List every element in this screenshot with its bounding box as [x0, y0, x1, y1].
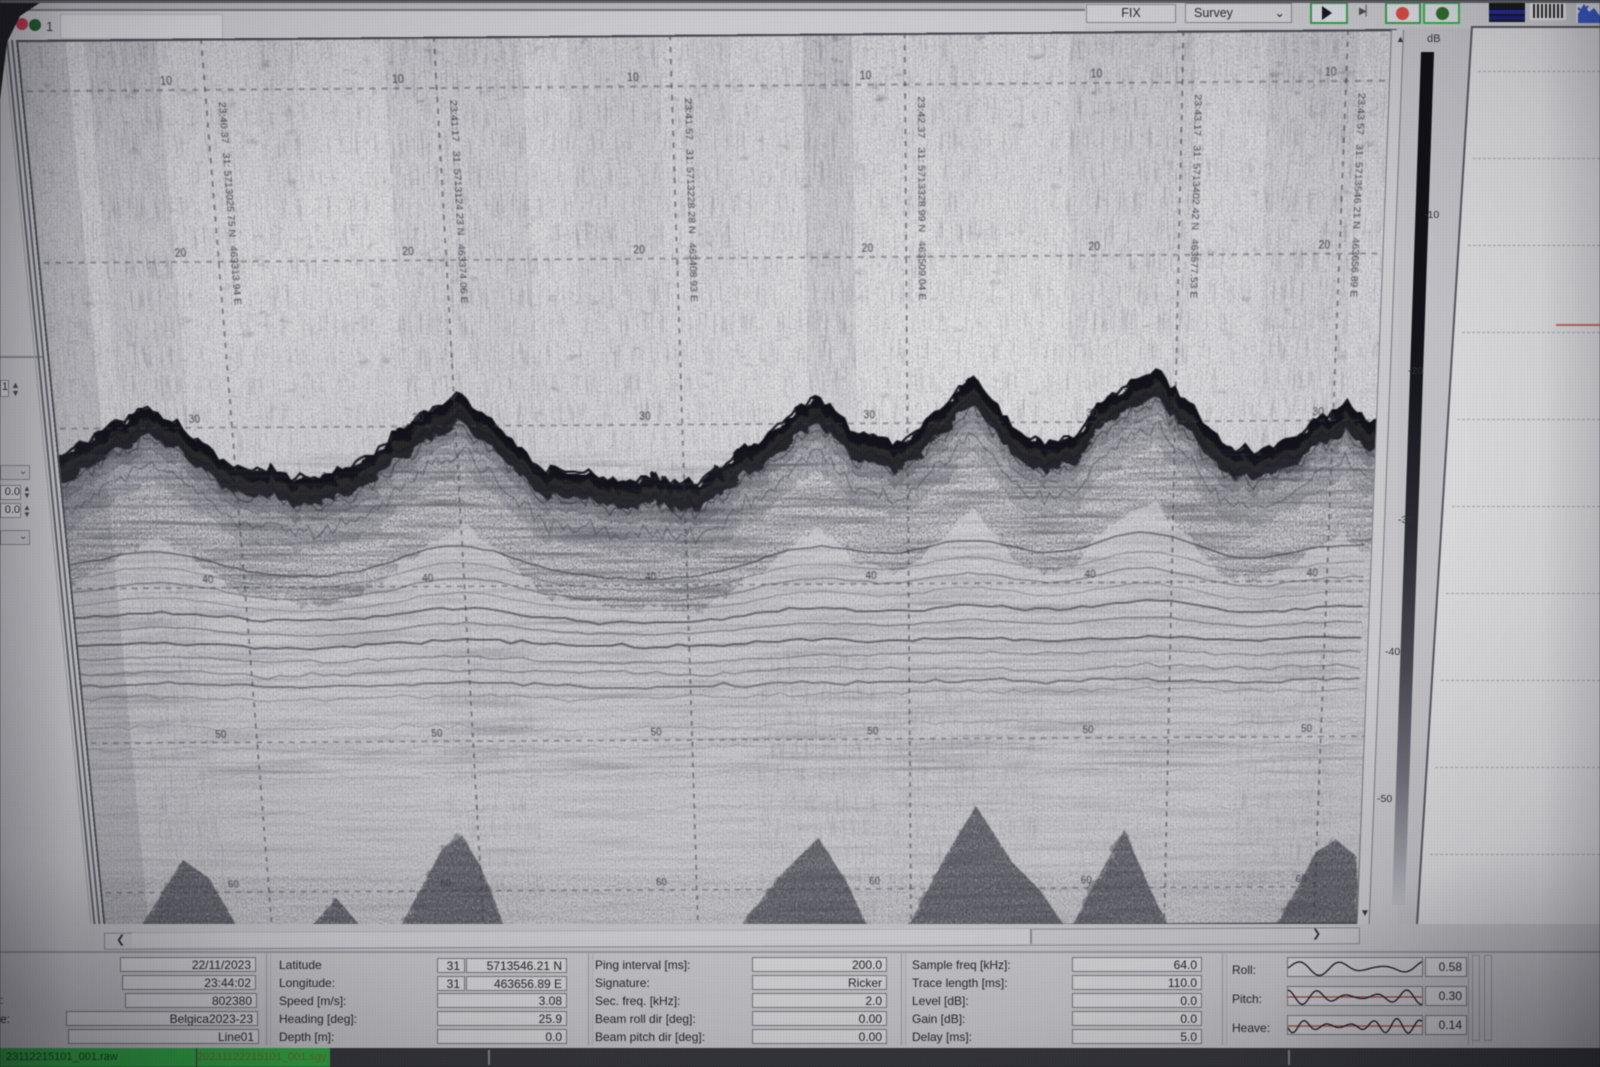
svg-text:30: 30: [412, 413, 424, 425]
svg-text:60: 60: [656, 878, 667, 889]
svg-text:20: 20: [402, 246, 414, 258]
svg-text:60: 60: [228, 880, 239, 891]
svg-text:10: 10: [160, 75, 173, 88]
svg-text:50: 50: [1301, 724, 1312, 735]
svg-text:40: 40: [866, 571, 877, 582]
svg-text:30: 30: [1312, 407, 1324, 419]
svg-text:50: 50: [1083, 725, 1094, 736]
svg-text:30: 30: [864, 410, 875, 422]
svg-text:20: 20: [633, 244, 645, 256]
svg-text:50: 50: [867, 726, 878, 737]
svg-text:30: 30: [1086, 408, 1097, 420]
svg-text:40: 40: [1306, 568, 1317, 579]
svg-text:60: 60: [1081, 875, 1092, 886]
svg-text:40: 40: [202, 575, 214, 586]
svg-text:50: 50: [431, 728, 442, 739]
svg-text:50: 50: [651, 727, 662, 738]
svg-text:10: 10: [1091, 68, 1103, 81]
svg-text:50: 50: [215, 730, 227, 741]
svg-text:10: 10: [392, 74, 404, 87]
svg-text:60: 60: [869, 876, 880, 887]
svg-text:20: 20: [862, 243, 873, 255]
svg-text:40: 40: [1085, 569, 1096, 580]
svg-text:23:42:37 31: 5713328.99 N: 23:42:37 31: 5713328.99 N 463509.04 E: [915, 96, 926, 300]
svg-text:60: 60: [1295, 874, 1306, 885]
svg-text:10: 10: [860, 70, 872, 83]
svg-text:10: 10: [627, 72, 639, 85]
svg-text:30: 30: [188, 414, 200, 426]
svg-text:60: 60: [440, 879, 451, 890]
svg-text:20: 20: [1088, 241, 1100, 253]
svg-text:30: 30: [639, 411, 651, 423]
svg-text:10: 10: [1325, 66, 1337, 79]
svg-text:40: 40: [422, 573, 434, 584]
svg-text:20: 20: [1318, 239, 1330, 251]
svg-text:20: 20: [174, 248, 186, 260]
svg-text:40: 40: [645, 572, 656, 583]
